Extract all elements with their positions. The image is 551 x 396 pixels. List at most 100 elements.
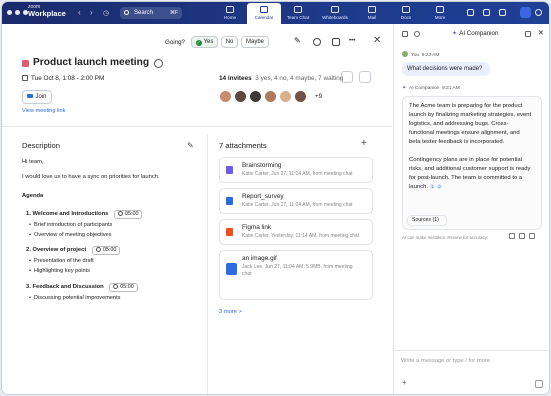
edit-description-icon[interactable]: ✎ <box>187 141 194 150</box>
add-attachment-icon[interactable]: + <box>361 138 367 149</box>
citation-badge[interactable]: 1 <box>430 184 435 189</box>
edit-pencil-icon[interactable]: ✎ <box>294 36 302 45</box>
duration-chip: 05:00 <box>109 283 138 292</box>
ai-companion-top-icon[interactable] <box>520 7 531 18</box>
agenda-item-title: 2. Overview of project <box>26 247 87 253</box>
window-controls <box>7 10 28 15</box>
back-arrow-icon[interactable]: ‹ <box>78 8 81 17</box>
event-datetime: Tue Oct 8, 1:08 - 2:00 PM <box>22 75 104 82</box>
figma-icon <box>226 228 233 236</box>
agenda-bullet: Highlighting key points <box>29 268 90 274</box>
duration-chip: 05:00 <box>113 210 143 219</box>
attachment-card[interactable]: an image.gif Jack Lee, Jun 27, 11:04 AM,… <box>219 250 373 300</box>
nav-tab-team-chat[interactable]: Team Chat <box>281 3 315 24</box>
nav-tab-whiteboards[interactable]: Whiteboards <box>315 3 355 24</box>
attachment-meta: Jack Lee, Jun 27, 11:04 AM, 5.9MB, from … <box>242 264 353 270</box>
search-label: Search <box>134 10 154 16</box>
screen-share-icon[interactable] <box>467 9 474 16</box>
new-chat-icon[interactable] <box>402 31 408 37</box>
answer-line: The Acme team is preparing for the produ… <box>409 103 523 109</box>
copy-icon[interactable] <box>529 233 535 239</box>
message-input-placeholder[interactable]: Write a message or type / for more <box>401 358 490 364</box>
clock-icon <box>95 247 101 252</box>
close-panel-icon[interactable]: ✕ <box>538 29 544 37</box>
nav-tab-mail[interactable]: Mail <box>355 3 389 24</box>
attachment-name: Brainstorming <box>242 162 282 169</box>
delete-trash-icon[interactable] <box>332 38 340 46</box>
rsvp-yes-button[interactable]: ✓ Yes <box>191 36 218 48</box>
column-divider <box>207 134 208 394</box>
calendar-icon <box>260 6 268 13</box>
attachment-meta: Katie Carter, Yesterday, 11:14 AM, from … <box>242 233 360 239</box>
zoom-workplace-logo: zoom Workplace <box>28 5 66 18</box>
ai-disclaimer: AI can make mistakes. Review for accurac… <box>402 235 488 240</box>
rsvp-no-button[interactable]: No <box>221 36 238 48</box>
email-invitees-icon[interactable] <box>359 71 371 83</box>
user-message-time: 9:23 AM <box>421 53 440 58</box>
show-more-attachments-link[interactable]: 3 more > <box>219 309 242 315</box>
nav-tab-more[interactable]: More <box>423 3 457 24</box>
attachment-name: Figma link <box>242 224 272 231</box>
attachment-card[interactable]: Figma link Katie Carter, Yesterday, 11:1… <box>219 219 373 245</box>
history-icon[interactable] <box>414 31 420 37</box>
attachment-meta: Katie Carter, Jun 27, 11:04 AM, from mee… <box>242 171 353 177</box>
add-context-icon[interactable]: + <box>402 378 407 387</box>
nav-tab-label: Mail <box>367 15 377 20</box>
more-options-icon[interactable]: ••• <box>349 38 357 46</box>
profile-avatar[interactable] <box>535 9 542 16</box>
ai-message-composer[interactable]: Write a message or type / for more + <box>394 350 549 394</box>
top-navigation-bar: zoom Workplace ‹ › ◷ Search ⌘F Home Cale… <box>2 2 549 24</box>
agenda-bullet: Brief introduction of participants <box>29 222 112 228</box>
check-icon: ✓ <box>195 40 202 46</box>
nav-tab-label: Home <box>223 15 237 20</box>
duration-text: 05:00 <box>124 211 139 217</box>
send-icon[interactable] <box>535 380 543 388</box>
duration-text: 05:00 <box>120 284 134 290</box>
window-close-dot[interactable] <box>7 10 12 15</box>
notifications-bell-icon[interactable] <box>483 9 490 16</box>
forward-arrow-icon[interactable]: › <box>90 8 93 17</box>
ai-answer-card: The Acme team is preparing for the produ… <box>402 96 542 230</box>
invitees-count: 14 invitees <box>219 75 252 82</box>
search-box[interactable]: Search ⌘F <box>120 7 182 19</box>
section-divider <box>2 126 392 127</box>
sparkle-icon: ✦ <box>452 30 458 37</box>
popout-icon[interactable] <box>525 31 531 37</box>
rsvp-maybe-button[interactable]: Maybe <box>241 36 269 48</box>
copy-link-icon[interactable] <box>341 71 353 83</box>
duration-text: 05:00 <box>102 247 117 253</box>
agenda-bullet: Presentation of the draft <box>29 258 94 264</box>
close-icon[interactable]: ✕ <box>373 35 381 46</box>
document-file-icon <box>226 197 233 205</box>
clock-icon <box>117 211 123 216</box>
view-meeting-link[interactable]: View meeting link <box>22 108 65 114</box>
citation-badge[interactable]: 2 <box>437 184 442 189</box>
agenda-item: 1. Welcome and Introductions 05:00 <box>26 210 143 219</box>
history-clock-icon[interactable]: ◷ <box>103 9 109 17</box>
join-button[interactable]: Join <box>22 90 52 104</box>
ai-title-text: AI Companion <box>459 30 499 37</box>
avatar <box>249 90 262 103</box>
avatar <box>279 90 292 103</box>
event-datetime-text: Tue Oct 8, 1:08 - 2:00 PM <box>31 75 105 82</box>
apps-grid-icon[interactable] <box>499 9 506 16</box>
agenda-label: Agenda <box>22 193 44 199</box>
agenda-item: 3. Feedback and Discussion 05:00 <box>26 283 138 292</box>
window-minimize-dot[interactable] <box>15 10 20 15</box>
thumbs-down-icon[interactable] <box>519 233 525 239</box>
agenda-item: 2. Overview of project 05:00 <box>26 246 121 255</box>
attachment-name: Report_survey <box>242 193 284 200</box>
thumbs-up-icon[interactable] <box>509 233 515 239</box>
brand-small: zoom <box>28 4 41 10</box>
nav-tab-home[interactable]: Home <box>213 3 247 24</box>
nav-tab-docs[interactable]: Docs <box>389 3 423 24</box>
user-avatar <box>402 51 408 57</box>
sources-button[interactable]: Sources (1) <box>407 215 447 226</box>
rsvp-yes-label: Yes <box>203 39 214 45</box>
attachment-card[interactable]: Brainstorming Katie Carter, Jun 27, 11:0… <box>219 157 373 183</box>
attachment-card[interactable]: Report_survey Katie Carter, Jun 27, 11:0… <box>219 188 373 214</box>
nav-tab-calendar[interactable]: Calendar <box>247 3 281 24</box>
ai-panel-header: ✦ AI Companion ✕ <box>394 24 549 44</box>
description-heading: Description <box>22 141 60 150</box>
settings-gear-icon[interactable] <box>313 38 321 46</box>
